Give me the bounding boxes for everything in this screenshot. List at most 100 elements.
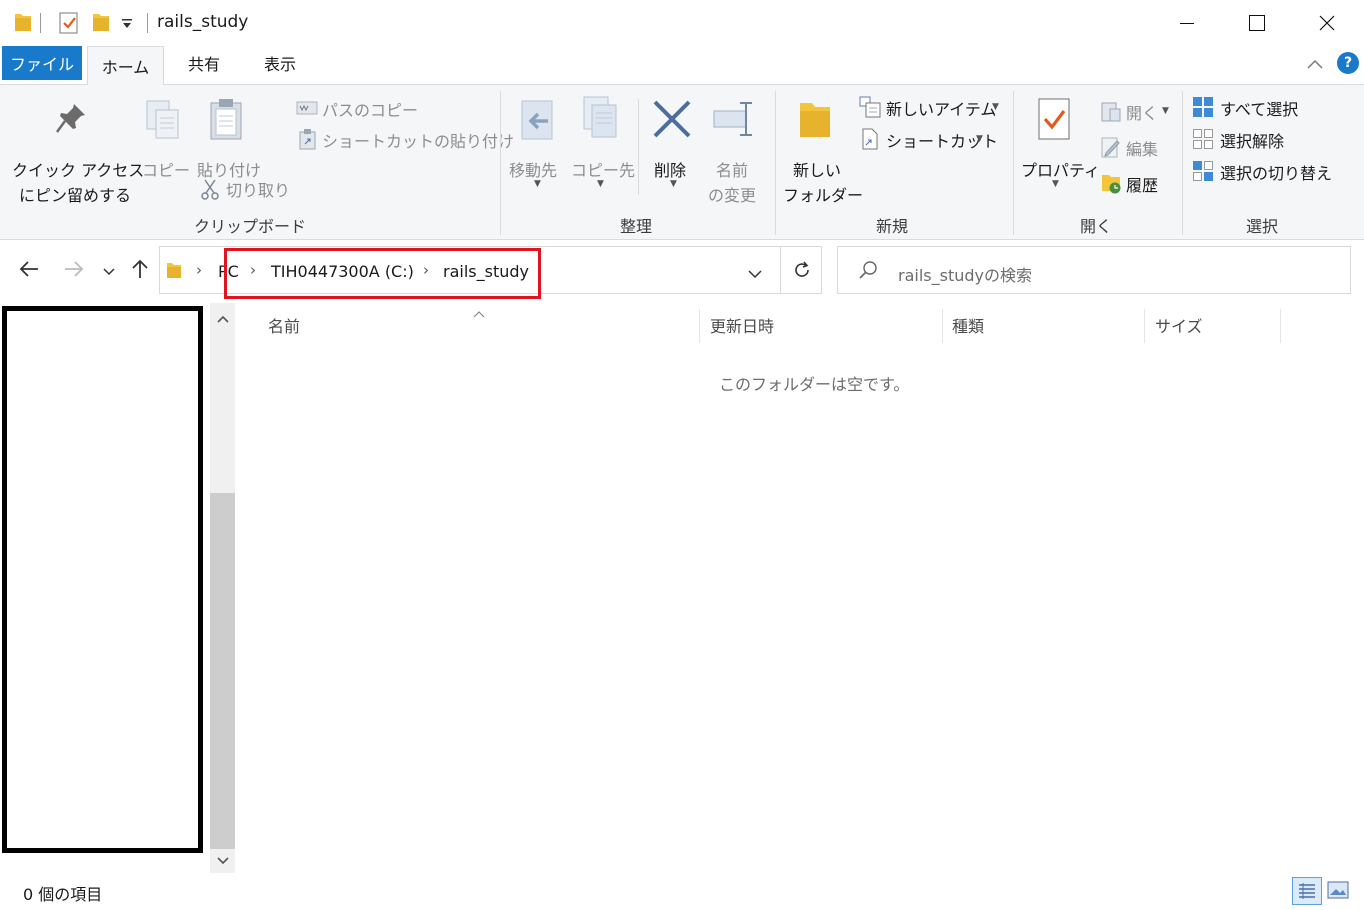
group-separator xyxy=(775,91,776,235)
arrow-right-icon xyxy=(65,261,84,277)
invert-selection-button[interactable]: 選択の切り替え xyxy=(1192,159,1357,185)
path-highlight-box xyxy=(224,248,541,299)
address-history-button[interactable] xyxy=(747,265,763,284)
file-list[interactable]: 名前 更新日時 種類 サイズ このフォルダーは空です。 xyxy=(236,303,1364,873)
minimize-button[interactable] xyxy=(1152,0,1222,46)
column-header-name[interactable]: 名前 xyxy=(268,313,300,337)
open-label: 開く xyxy=(1126,104,1159,123)
copy-to-button[interactable]: コピー先 ▼ xyxy=(570,93,635,189)
folder-icon xyxy=(798,97,832,145)
new-item-button[interactable]: 新しいアイテム ▼ xyxy=(856,95,1006,121)
scroll-down-button[interactable] xyxy=(215,853,231,872)
status-bar: 0 個の項目 xyxy=(0,873,1364,910)
pin-to-quick-access-button[interactable]: クイック アクセス にピン留めする xyxy=(6,93,144,205)
tab-share[interactable]: 共有 xyxy=(188,46,220,80)
select-none-button[interactable]: 選択解除 xyxy=(1192,127,1352,153)
chevron-down-icon: ▼ xyxy=(1162,106,1169,116)
back-button[interactable] xyxy=(18,259,40,283)
select-all-button[interactable]: すべて選択 xyxy=(1192,95,1352,121)
title-separator xyxy=(147,13,148,33)
column-separator[interactable] xyxy=(699,309,700,343)
copy-button[interactable]: コピー xyxy=(140,93,190,183)
shortcut-button[interactable]: ショートカット ▼ xyxy=(856,127,998,153)
chevron-down-icon: ▼ xyxy=(670,179,677,189)
copy-label: コピー xyxy=(142,161,191,180)
forward-button[interactable] xyxy=(63,259,85,283)
properties-icon[interactable] xyxy=(58,11,80,35)
maximize-button[interactable] xyxy=(1222,0,1292,46)
rename-button[interactable]: 名前 の変更 xyxy=(706,93,766,205)
navigation-bar: › PC › TIH0447300A (C:) › rails_study ra… xyxy=(0,241,1364,303)
chevron-down-icon: ▼ xyxy=(597,179,604,189)
group-label-open: 開く xyxy=(1079,217,1112,236)
new-folder-icon[interactable] xyxy=(92,11,110,35)
chevron-right-icon: › xyxy=(196,261,202,279)
pin-icon xyxy=(54,101,88,139)
delete-icon xyxy=(652,99,692,143)
search-box[interactable]: rails_studyの検索 xyxy=(837,246,1351,294)
pin-label-2: にピン留めする xyxy=(19,186,132,205)
scroll-up-button[interactable] xyxy=(215,311,231,330)
new-folder-label-2: フォルダー xyxy=(783,186,864,205)
column-header-date[interactable]: 更新日時 xyxy=(710,313,774,337)
properties-label: プロパティ xyxy=(1021,161,1101,180)
cut-button[interactable]: 切り取り xyxy=(200,177,300,201)
maximize-icon xyxy=(1249,15,1265,31)
large-icons-view-button[interactable] xyxy=(1326,879,1350,905)
properties-icon xyxy=(1036,97,1074,147)
item-count: 0 個の項目 xyxy=(23,885,103,904)
scrollbar-thumb[interactable] xyxy=(210,493,235,849)
recent-locations-button[interactable] xyxy=(102,263,116,282)
cut-label: 切り取り xyxy=(226,181,291,200)
customize-toolbar-icon[interactable] xyxy=(120,16,134,40)
group-label-clipboard: クリップボード xyxy=(193,217,306,236)
edit-button[interactable]: 編集 xyxy=(1098,135,1178,161)
sort-caret-icon xyxy=(472,303,486,322)
move-to-button[interactable]: 移動先 ▼ xyxy=(506,93,566,189)
properties-button[interactable]: プロパティ ▼ xyxy=(1018,93,1100,193)
invert-selection-label: 選択の切り替え xyxy=(1220,164,1333,183)
navigation-tree[interactable] xyxy=(2,306,203,853)
address-separator xyxy=(780,247,781,293)
select-none-icon xyxy=(1192,128,1214,154)
group-separator xyxy=(1013,91,1014,235)
select-all-icon xyxy=(1192,96,1214,122)
paste-button[interactable]: 貼り付け xyxy=(194,93,264,183)
move-to-label: 移動先 xyxy=(509,161,558,180)
new-item-icon xyxy=(858,95,882,123)
select-none-label: 選択解除 xyxy=(1220,132,1285,151)
folder-icon xyxy=(166,260,182,284)
copy-path-button[interactable]: パスのコピー xyxy=(296,97,496,121)
window-title: rails_study xyxy=(157,12,249,32)
column-separator[interactable] xyxy=(942,309,943,343)
copy-to-icon xyxy=(580,95,620,145)
ribbon-tabs: ファイル ホーム 共有 表示 ? xyxy=(0,46,1364,85)
chevron-down-icon: ▼ xyxy=(976,134,983,144)
refresh-button[interactable] xyxy=(792,260,812,284)
minimize-icon xyxy=(1180,23,1194,24)
delete-label: 削除 xyxy=(654,161,687,180)
column-separator[interactable] xyxy=(1144,309,1145,343)
history-button[interactable]: 履歴 xyxy=(1098,171,1178,197)
column-header-type[interactable]: 種類 xyxy=(952,313,984,337)
up-button[interactable] xyxy=(130,258,150,284)
tab-file[interactable]: ファイル xyxy=(2,46,82,80)
open-button[interactable]: 開く ▼ xyxy=(1098,99,1178,125)
group-separator xyxy=(1182,91,1183,235)
paste-shortcut-button[interactable]: ショートカットの貼り付け xyxy=(296,128,514,152)
delete-button[interactable]: 削除 ▼ xyxy=(646,93,702,189)
new-item-label: 新しいアイテム xyxy=(886,100,997,119)
tab-view[interactable]: 表示 xyxy=(264,46,296,80)
close-button[interactable] xyxy=(1292,0,1362,46)
help-button[interactable]: ? xyxy=(1337,52,1359,74)
details-view-button[interactable] xyxy=(1292,877,1322,905)
arrow-left-icon xyxy=(19,261,38,277)
edit-label: 編集 xyxy=(1126,140,1159,159)
column-header-size[interactable]: サイズ xyxy=(1155,313,1203,337)
group-label-organize: 整理 xyxy=(619,217,652,236)
new-folder-button[interactable]: 新しい フォルダー xyxy=(780,93,863,205)
copy-path-label: パスのコピー xyxy=(322,101,419,120)
tab-home[interactable]: ホーム xyxy=(87,46,164,85)
chevron-up-icon[interactable] xyxy=(1303,54,1327,74)
column-separator[interactable] xyxy=(1280,309,1281,343)
